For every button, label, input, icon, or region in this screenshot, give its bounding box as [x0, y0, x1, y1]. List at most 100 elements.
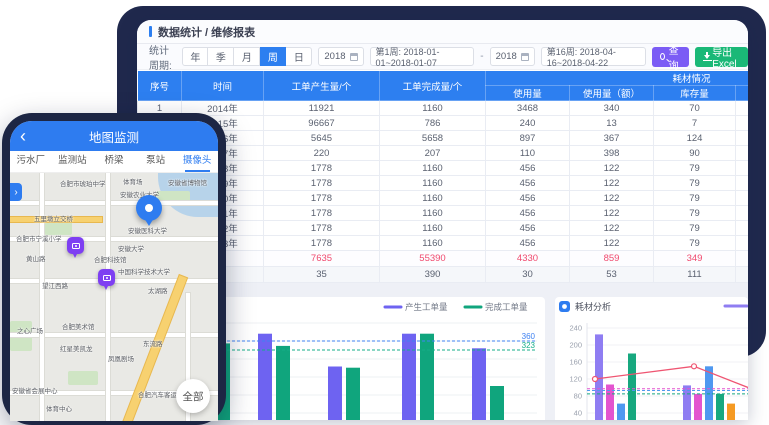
period-label: 统计周期: — [149, 42, 176, 72]
average-row: 平均值35390305311114 — [138, 267, 749, 283]
phone-tab-摄像头[interactable]: 摄像头 — [176, 151, 218, 172]
section-gap — [137, 283, 748, 297]
consumable-bar-line-chart: 耗材分析 240 200 160 120 80 40 — [555, 297, 748, 420]
table-subheader: 库存量 — [654, 86, 736, 101]
svg-text:完成工单量: 完成工单量 — [485, 302, 528, 312]
table-row: 32016年56455658897367124129 — [138, 131, 749, 146]
svg-text:360: 360 — [522, 332, 536, 341]
map-label: 凤凰剧场 — [108, 353, 134, 363]
table-row: 12014年119211160346834070250 — [138, 101, 749, 116]
map-label: 五里墩立交桥 — [34, 213, 73, 223]
year-from-select[interactable]: 2018 — [318, 47, 363, 66]
export-button-label: 导出Excel — [712, 44, 740, 70]
table-row: 72020年177811604561227967 — [138, 191, 749, 206]
map-road — [40, 173, 44, 421]
map-label: 安徽省博物馆 — [168, 177, 207, 187]
breadcrumb-text: 数据统计 / 维修报表 — [158, 24, 255, 40]
phone-screen: ‹ 地图监测 污水厂监测站桥梁泵站摄像头 合肥市琥珀中学体育场安徽农业大学安徽省… — [10, 121, 218, 421]
svg-text:120: 120 — [569, 375, 582, 384]
range-separator: - — [480, 51, 483, 62]
map-park — [68, 371, 98, 385]
filter-bar: 统计周期: 年季月周日 2018 第1周: 2018-01-01~2018-01… — [137, 44, 748, 70]
map-label: 中国科学技术大学 — [118, 266, 170, 276]
marker-dot — [145, 204, 153, 212]
map-label: 安徽省会展中心 — [12, 385, 58, 395]
year-from-value: 2018 — [324, 51, 345, 62]
search-button[interactable]: 查询 — [652, 47, 689, 67]
table-row: 92022年177811604561227967 — [138, 221, 749, 236]
accent-bar — [149, 26, 152, 37]
selected-camera-marker[interactable] — [136, 195, 162, 221]
phone-header: ‹ 地图监测 — [10, 121, 218, 151]
period-option-月[interactable]: 月 — [234, 47, 260, 66]
map-label: 体育场 — [123, 176, 143, 186]
period-option-日[interactable]: 日 — [286, 47, 312, 66]
table-row: 52018年177811604561227967 — [138, 161, 749, 176]
charts-row: 360323产生工单量完成工单量 耗材分析2402001601208040 — [137, 297, 748, 420]
breadcrumb: 数据统计 / 维修报表 — [137, 20, 748, 44]
map-label: 体育中心 — [46, 403, 72, 413]
map-road — [106, 173, 110, 421]
map-label: 之心广场 — [17, 325, 43, 335]
svg-text:240: 240 — [569, 324, 582, 333]
map-label: 合肥科技馆 — [94, 254, 127, 264]
svg-text:200: 200 — [569, 341, 582, 350]
year-to-value: 2018 — [496, 51, 517, 62]
period-option-年[interactable]: 年 — [182, 47, 208, 66]
table-header: 序号 — [138, 71, 182, 101]
svg-text:160: 160 — [569, 358, 582, 367]
phone-mockup: ‹ 地图监测 污水厂监测站桥梁泵站摄像头 合肥市琥珀中学体育场安徽农业大学安徽省… — [2, 113, 226, 425]
camera-marker[interactable] — [67, 237, 84, 254]
download-icon — [703, 52, 709, 61]
back-icon[interactable]: ‹ — [20, 123, 26, 149]
svg-text:40: 40 — [574, 409, 582, 418]
table-row: 82021年177811604561227967 — [138, 206, 749, 221]
phone-tab-泵站[interactable]: 泵站 — [135, 151, 177, 172]
chart-card-consumables: 耗材分析 240 200 160 120 80 40 — [555, 297, 748, 420]
map-label: 东流路 — [143, 338, 163, 348]
svg-text:80: 80 — [574, 392, 582, 401]
svg-text:耗材分析: 耗材分析 — [575, 301, 611, 312]
camera-icon — [103, 275, 111, 281]
phone-title: 地图监测 — [89, 127, 139, 146]
period-option-周[interactable]: 周 — [260, 47, 286, 66]
map-label: 太湖路 — [148, 285, 168, 295]
week-range-from-value: 第1周: 2018-01-01~2018-01-07 — [376, 45, 469, 68]
table-subheader: 金额 — [736, 86, 749, 101]
expand-panel-button[interactable]: › — [10, 183, 22, 201]
map-label: 红星美凯龙 — [60, 343, 93, 353]
search-button-label: 查询 — [669, 42, 681, 72]
totals-row: 合计763555390433085934933 — [138, 251, 749, 267]
map-label: 合肥市琥珀中学 — [60, 178, 106, 188]
week-range-to[interactable]: 第16周: 2018-04-16~2018-04-22 — [541, 47, 646, 66]
period-segmented-control: 年季月周日 — [182, 47, 312, 66]
phone-tab-bar: 污水厂监测站桥梁泵站摄像头 — [10, 151, 218, 173]
table-row: 42017年2202071103989019 — [138, 146, 749, 161]
phone-tab-污水厂[interactable]: 污水厂 — [10, 151, 52, 172]
period-option-季[interactable]: 季 — [208, 47, 234, 66]
table-row: 102023年177811604561227967 — [138, 236, 749, 251]
map-label: 合肥市宁溪小学 — [16, 233, 62, 243]
calendar-icon — [350, 53, 358, 61]
week-range-to-value: 第16周: 2018-04-16~2018-04-22 — [547, 45, 640, 68]
map-label: 望江西路 — [42, 280, 68, 290]
year-to-select[interactable]: 2018 — [490, 47, 535, 66]
table-subheader: 使用量（额） — [570, 86, 654, 101]
camera-marker[interactable] — [98, 269, 115, 286]
map-view[interactable]: 合肥市琥珀中学体育场安徽农业大学安徽省博物馆五里墩立交桥安徽医科大学合肥市宁溪小… — [10, 173, 218, 421]
table-header: 时间 — [182, 71, 264, 101]
phone-tab-桥梁[interactable]: 桥梁 — [93, 151, 135, 172]
map-highway — [97, 275, 187, 421]
table-header: 工单完成量/个 — [380, 71, 486, 101]
export-excel-button[interactable]: 导出Excel — [695, 47, 748, 67]
table-header: 工单产生量/个 — [264, 71, 380, 101]
camera-icon — [72, 243, 80, 249]
repair-table-container: 序号时间工单产生量/个工单完成量/个耗材情况使用量使用量（额）库存量金额1201… — [137, 70, 748, 283]
svg-text:产生工单量: 产生工单量 — [405, 302, 448, 312]
all-filter-button[interactable]: 全部 — [176, 379, 210, 413]
search-icon — [660, 53, 665, 60]
phone-tab-监测站[interactable]: 监测站 — [52, 151, 94, 172]
repair-table: 序号时间工单产生量/个工单完成量/个耗材情况使用量使用量（额）库存量金额1201… — [137, 70, 748, 283]
week-range-from[interactable]: 第1周: 2018-01-01~2018-01-07 — [370, 47, 475, 66]
map-label: 安徽医科大学 — [128, 225, 167, 235]
